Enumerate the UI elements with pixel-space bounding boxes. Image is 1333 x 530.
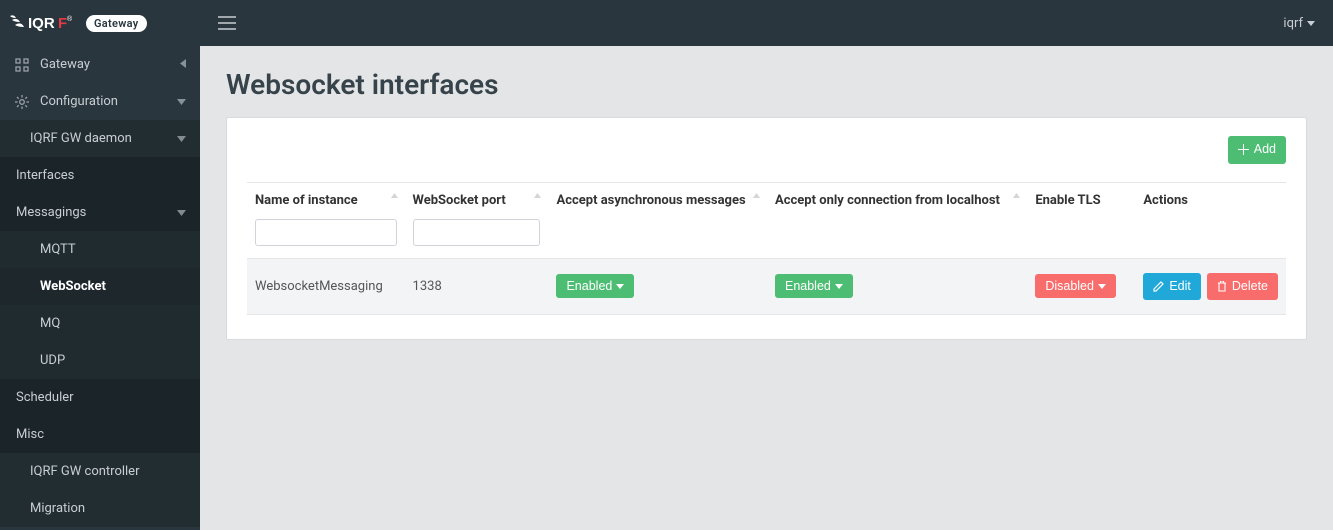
user-menu[interactable]: iqrf [1283, 16, 1315, 31]
filter-name-input[interactable] [255, 219, 397, 246]
sidebar-item-label: Interfaces [16, 168, 74, 183]
menu-toggle[interactable] [218, 16, 236, 30]
sidebar-item-gateway[interactable]: Gateway [0, 46, 200, 83]
caret-down-icon [1307, 21, 1315, 26]
async-status-button[interactable]: Enabled [556, 274, 634, 298]
localhost-status-button[interactable]: Enabled [775, 274, 853, 298]
table-row: WebsocketMessaging 1338 Enabled [247, 258, 1286, 315]
sidebar-item-websocket[interactable]: WebSocket [0, 268, 200, 305]
caret-left-icon [180, 57, 186, 72]
user-label: iqrf [1283, 16, 1303, 31]
sidebar-item-iqrf-gw-controller[interactable]: IQRF GW controller [0, 453, 200, 490]
column-header[interactable]: Actions [1135, 182, 1286, 216]
filter-port-input[interactable] [413, 219, 541, 246]
caret-down-icon [1098, 284, 1106, 289]
sidebar-item-label: Gateway [40, 57, 90, 72]
sidebar-item-label: WebSocket [40, 279, 106, 294]
pencil-icon [1153, 281, 1164, 292]
sidebar-item-label: Misc [16, 427, 44, 442]
sidebar-item-label: IQRF GW controller [30, 464, 139, 479]
sidebar-item-messagings[interactable]: Messagings [0, 194, 200, 231]
instances-table: Name of instanceWebSocket portAccept asy… [247, 182, 1286, 316]
sidebar-nav: Gateway Configuration IQRF GW daemon Interf… [0, 46, 200, 527]
sidebar-item-iqrf-gw-daemon[interactable]: IQRF GW daemon [0, 120, 200, 157]
add-button[interactable]: Add [1228, 136, 1286, 164]
column-header[interactable]: Accept asynchronous messages [548, 182, 767, 216]
svg-text:IQR: IQR [28, 15, 55, 32]
delete-button[interactable]: Delete [1207, 273, 1278, 301]
sort-icon [533, 193, 542, 209]
caret-down-icon [177, 94, 186, 109]
sidebar-item-label: MQ [40, 316, 60, 331]
column-header[interactable]: Name of instance [247, 182, 405, 216]
hamburger-icon [218, 16, 236, 30]
grid-icon [14, 58, 30, 72]
sidebar-item-misc[interactable]: Misc [0, 416, 200, 453]
caret-down-icon [835, 284, 843, 289]
sidebar-item-label: Scheduler [16, 390, 74, 405]
sidebar-item-mq[interactable]: MQ [0, 305, 200, 342]
sidebar-item-mqtt[interactable]: MQTT [0, 231, 200, 268]
add-label: Add [1254, 141, 1276, 159]
svg-text:®: ® [67, 15, 73, 23]
svg-text:F: F [58, 15, 67, 32]
page-title: Websocket interfaces [226, 68, 1307, 101]
plus-icon [1238, 144, 1249, 155]
sidebar-item-interfaces[interactable]: Interfaces [0, 157, 200, 194]
sidebar-item-udp[interactable]: UDP [0, 342, 200, 379]
sidebar-item-label: MQTT [40, 242, 76, 257]
topbar: iqrf [200, 0, 1333, 46]
sort-icon [390, 193, 399, 209]
content: Websocket interfaces Add [200, 46, 1333, 530]
sort-icon [752, 193, 761, 209]
sidebar-item-configuration[interactable]: Configuration [0, 83, 200, 120]
trash-icon [1217, 281, 1227, 292]
caret-down-icon [616, 284, 624, 289]
cell-name: WebsocketMessaging [247, 258, 405, 315]
sidebar-item-label: Configuration [40, 94, 118, 109]
brand-logo: IQR F ® [10, 12, 80, 34]
table-header-row: Name of instanceWebSocket portAccept asy… [247, 182, 1286, 216]
edit-button[interactable]: Edit [1143, 273, 1201, 301]
brand-badge: Gateway [86, 15, 147, 32]
cell-port: 1338 [405, 258, 549, 315]
brand[interactable]: IQR F ® Gateway [0, 0, 200, 46]
caret-down-icon [177, 205, 186, 220]
column-header[interactable]: Accept only connection from localhost [767, 182, 1027, 216]
sidebar-item-label: Messagings [16, 205, 86, 220]
column-header[interactable]: Enable TLS [1027, 182, 1135, 216]
sidebar-item-label: Migration [30, 501, 85, 516]
gear-icon [14, 95, 30, 109]
sort-icon [1012, 193, 1021, 209]
iqrf-logo-icon: IQR F ® [10, 12, 80, 34]
caret-down-icon [177, 131, 186, 146]
sidebar-item-label: UDP [40, 353, 65, 368]
sidebar: IQR F ® Gateway Gateway Configuration IQRF… [0, 0, 200, 530]
filter-row [247, 216, 1286, 259]
tls-status-button[interactable]: Disabled [1035, 274, 1116, 298]
sidebar-item-scheduler[interactable]: Scheduler [0, 379, 200, 416]
column-header[interactable]: WebSocket port [405, 182, 549, 216]
sidebar-item-label: IQRF GW daemon [30, 131, 132, 146]
sidebar-item-migration[interactable]: Migration [0, 490, 200, 527]
card: Add Name of instanceW [226, 117, 1307, 340]
